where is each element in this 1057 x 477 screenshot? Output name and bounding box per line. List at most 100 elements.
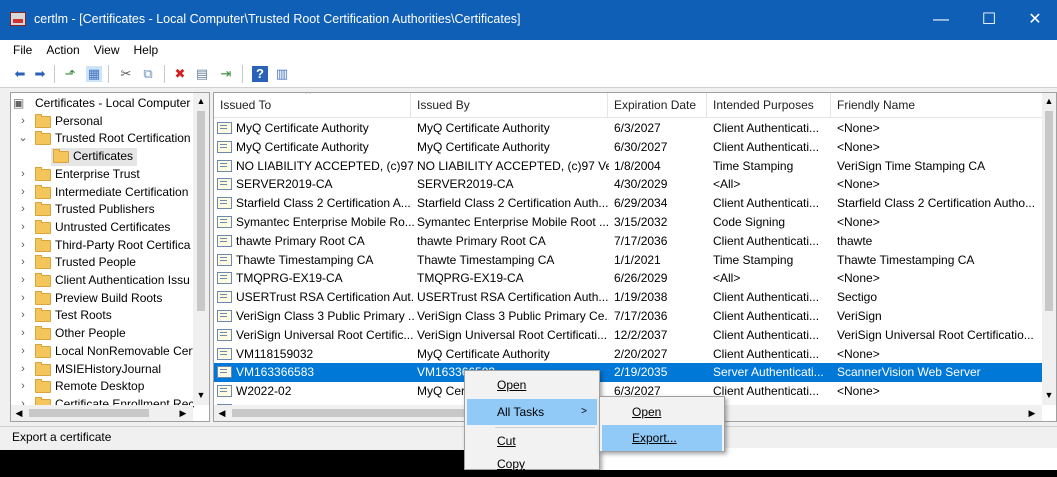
certificate-icon [217, 253, 232, 266]
certificate-icon [217, 234, 232, 247]
close-button[interactable]: ✕ [1012, 4, 1057, 36]
table-cell: <All> [713, 177, 741, 192]
copy-icon[interactable]: ⧉ [140, 66, 156, 82]
column-issued-by[interactable]: Issued By [411, 93, 608, 117]
table-row[interactable]: MyQ Certificate Authority MyQ Certificate… [214, 138, 1044, 157]
table-cell: Sectigo [837, 290, 878, 305]
console-tree: ▣ Certificates - Local Computer › Persona… [10, 92, 210, 422]
toolbar: ⬅ ➡ ⬏ ▦ ✂ ⧉ ✖ ▤ ⇥ ? ▥ [0, 60, 1057, 88]
context-menu-copy[interactable]: Copy [467, 451, 597, 477]
scroll-down-icon[interactable]: ▼ [193, 387, 209, 403]
menu-file[interactable]: File [6, 40, 39, 60]
menu-action[interactable]: Action [39, 40, 86, 60]
table-cell: 6/29/2034 [614, 196, 668, 211]
table-row[interactable]: NO LIABILITY ACCEPTED, (c)97 ... NO LIABI… [214, 157, 1044, 176]
tree-horizontal-scrollbar[interactable]: ◀ ▶ [11, 405, 193, 421]
expand-icon[interactable]: › [17, 307, 29, 325]
table-row[interactable]: USERTrust RSA Certification Aut... USERTr… [214, 288, 1044, 307]
submenu-export[interactable]: Export... [602, 425, 722, 451]
scrollbar-thumb[interactable] [29, 409, 149, 417]
title-bar[interactable]: certlm - [Certificates - Local Computer\… [0, 0, 1057, 40]
properties-icon[interactable]: ▤ [194, 66, 210, 82]
delete-icon[interactable]: ✖ [172, 66, 188, 82]
folder-icon [35, 308, 51, 323]
certificate-icon [217, 291, 232, 304]
table-cell: Client Authenticati... [713, 233, 820, 248]
folder-icon [35, 326, 51, 341]
expand-icon[interactable]: › [17, 184, 29, 202]
tree-vertical-scrollbar[interactable]: ▲ ▼ [193, 93, 209, 405]
expand-icon[interactable]: › [17, 201, 29, 219]
computer-cert-icon: ▣ [13, 96, 25, 110]
expand-icon[interactable]: › [17, 113, 29, 131]
table-row[interactable]: TMQPRG-EX19-CA TMQPRG-EX19-CA 6/26/2029 <Al… [214, 269, 1044, 288]
show-action-pane-icon[interactable]: ▥ [274, 66, 290, 82]
table-cell: 6/3/2027 [614, 121, 661, 135]
certificate-icon [217, 347, 232, 360]
table-cell: Thawte Timestamping CA [417, 252, 555, 267]
table-row[interactable]: Starfield Class 2 Certification A... Star… [214, 194, 1044, 213]
help-icon[interactable]: ? [252, 66, 268, 82]
table-cell: ScannerVision Web Server [837, 365, 981, 380]
table-cell: MyQ Certificate Authority [236, 139, 369, 154]
column-friendly-name[interactable]: Friendly Name [831, 93, 1044, 117]
expand-icon[interactable]: › [17, 272, 29, 290]
table-cell: VeriSign Class 3 Public Primary Ce... [417, 309, 609, 323]
table-row[interactable]: VeriSign Universal Root Certific... VeriS… [214, 326, 1044, 345]
scroll-down-icon[interactable]: ▼ [1042, 387, 1056, 403]
tree-item-certificates[interactable]: Certificates [51, 148, 137, 166]
submenu-open[interactable]: Open [602, 399, 722, 425]
scrollbar-thumb[interactable] [197, 111, 205, 311]
table-row[interactable]: VM118159032 MyQ Certificate Authority 2/20… [214, 345, 1044, 364]
table-cell: MyQ Certificate Authority [236, 121, 369, 135]
context-menu-open[interactable]: Open [467, 372, 597, 398]
expand-icon[interactable]: › [17, 219, 29, 237]
folder-icon [35, 273, 51, 287]
scroll-left-icon[interactable]: ◀ [11, 405, 27, 421]
up-one-level-icon[interactable]: ⬏ [62, 66, 78, 82]
menu-view[interactable]: View [87, 40, 127, 60]
scroll-up-icon[interactable]: ▲ [193, 93, 209, 109]
table-row[interactable]: VM163366583 VM163366583 2/19/2035 Server Au… [214, 363, 1044, 383]
menu-bar: File Action View Help [0, 40, 1057, 60]
column-issued-to[interactable]: Issued To [214, 93, 411, 117]
scroll-right-icon[interactable]: ▶ [1024, 405, 1040, 421]
show-hide-tree-icon[interactable]: ▦ [86, 66, 102, 82]
scroll-right-icon[interactable]: ▶ [175, 405, 191, 421]
scrollbar-thumb[interactable] [1045, 111, 1053, 311]
folder-icon [35, 202, 51, 217]
expand-icon[interactable]: › [17, 361, 29, 379]
table-cell: MyQ Certificate Authority [417, 139, 550, 154]
expand-icon[interactable]: › [17, 325, 29, 343]
column-expiration-date[interactable]: Expiration Date [608, 93, 707, 117]
table-row[interactable]: Thawte Timestamping CA Thawte Timestampin… [214, 251, 1044, 270]
export-list-icon[interactable]: ⇥ [218, 66, 234, 82]
table-cell: 6/26/2029 [614, 271, 668, 286]
scroll-up-icon[interactable]: ▲ [1042, 93, 1056, 109]
table-cell: Server Authenticati... [713, 365, 824, 380]
table-row[interactable]: MyQ Certificate Authority MyQ Certificate… [214, 119, 1044, 138]
scroll-left-icon[interactable]: ◀ [214, 405, 230, 421]
forward-icon[interactable]: ➡ [32, 66, 48, 82]
maximize-button[interactable]: ☐ [966, 4, 1012, 36]
collapse-icon[interactable]: ⌄ [17, 130, 29, 148]
table-row[interactable]: SERVER2019-CA SERVER2019-CA 4/30/2029 <All>… [214, 175, 1044, 194]
expand-icon[interactable]: › [17, 378, 29, 396]
table-row[interactable]: thawte Primary Root CA thawte Primary Roo… [214, 232, 1044, 251]
table-row[interactable]: Symantec Enterprise Mobile Ro... Symantec… [214, 213, 1044, 232]
expand-icon[interactable]: › [17, 254, 29, 272]
table-row[interactable]: VeriSign Class 3 Public Primary ... VeriS… [214, 307, 1044, 326]
expand-icon[interactable]: › [17, 166, 29, 184]
list-vertical-scrollbar[interactable]: ▲ ▼ [1042, 93, 1056, 405]
minimize-button[interactable]: — [918, 4, 964, 36]
expand-icon[interactable]: › [17, 290, 29, 308]
expand-icon[interactable]: › [17, 343, 29, 361]
table-cell: VM118159032 [236, 346, 314, 361]
context-menu-all-tasks[interactable]: All Tasks > [467, 399, 597, 425]
folder-icon [35, 290, 51, 305]
cut-icon[interactable]: ✂ [118, 66, 134, 82]
expand-icon[interactable]: › [17, 237, 29, 255]
menu-help[interactable]: Help [127, 40, 166, 60]
back-icon[interactable]: ⬅ [12, 66, 28, 82]
column-intended-purposes[interactable]: Intended Purposes [707, 93, 831, 117]
